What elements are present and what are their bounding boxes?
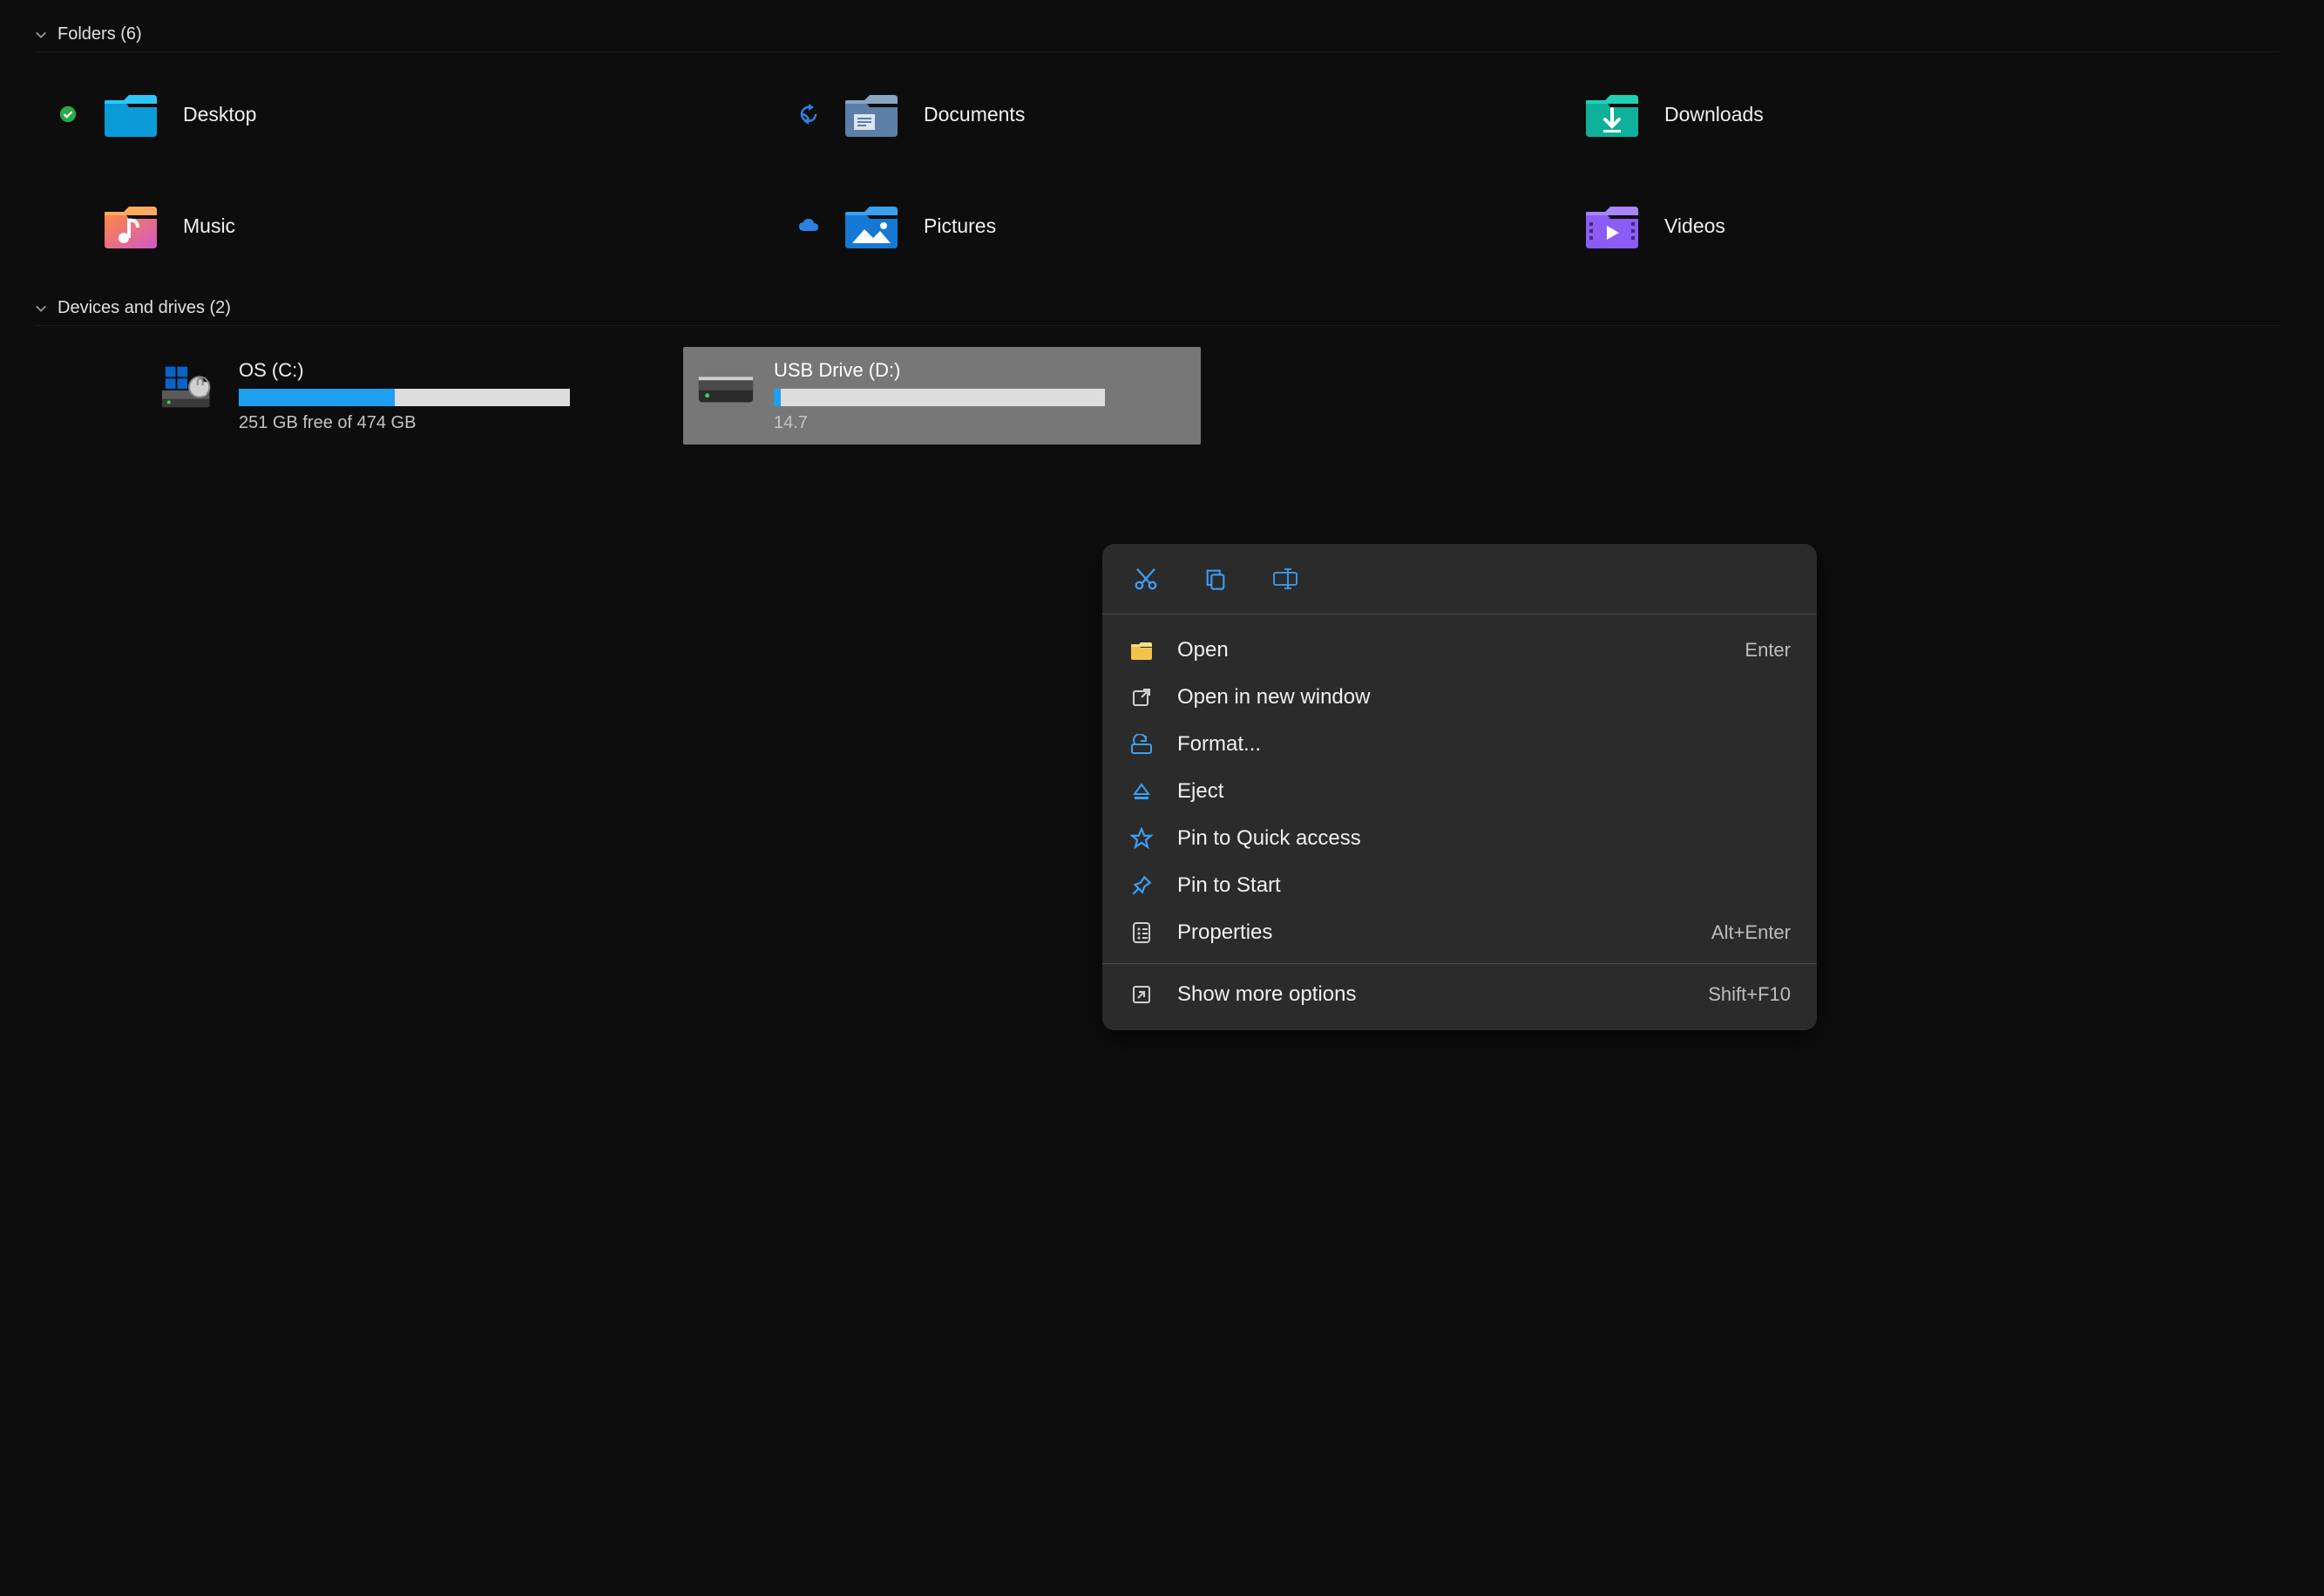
context-menu-toolbar — [1102, 544, 1817, 615]
folder-documents-icon — [844, 88, 899, 140]
ctx-hint: Enter — [1745, 639, 1791, 662]
ctx-show-more[interactable]: Show more options Shift+F10 — [1102, 971, 1817, 1018]
open-folder-icon — [1128, 637, 1155, 663]
ctx-open-new-window[interactable]: Open in new window — [1102, 674, 1817, 721]
ctx-label: Properties — [1177, 920, 1272, 945]
ctx-hint: Shift+F10 — [1708, 983, 1791, 1006]
ctx-pin-quick-access[interactable]: Pin to Quick access — [1102, 815, 1817, 862]
folder-pictures-icon — [844, 200, 899, 252]
folder-label: Desktop — [183, 103, 256, 126]
drive-os-icon — [160, 363, 221, 411]
folder-desktop-icon — [103, 88, 159, 140]
folder-label: Downloads — [1664, 103, 1764, 126]
group-header-folders[interactable]: Folders (6) — [35, 17, 2280, 52]
cut-icon[interactable] — [1128, 563, 1163, 594]
ctx-label: Show more options — [1177, 982, 1356, 1007]
ctx-eject[interactable]: Eject — [1102, 768, 1817, 815]
menu-separator — [1102, 963, 1817, 964]
group-title-folders: Folders (6) — [58, 24, 142, 44]
status-cloud-icon — [798, 218, 819, 234]
ctx-open[interactable]: Open Enter — [1102, 627, 1817, 674]
ctx-label: Eject — [1177, 779, 1223, 804]
drive-usb-icon — [695, 363, 756, 411]
folder-item-documents[interactable]: Documents — [793, 84, 1534, 145]
folder-label: Documents — [924, 103, 1025, 126]
folder-downloads-icon — [1584, 88, 1640, 140]
drives-row: OS (C:) 251 GB free of 474 GB USB Drive … — [35, 326, 2289, 445]
folder-item-downloads[interactable]: Downloads — [1534, 84, 2274, 145]
ctx-label: Open — [1177, 638, 1229, 662]
drive-usb-d[interactable]: USB Drive (D:) 14.7 — [683, 347, 1201, 445]
drive-os-c[interactable]: OS (C:) 251 GB free of 474 GB — [148, 347, 666, 445]
star-icon — [1128, 825, 1155, 852]
properties-icon — [1128, 920, 1155, 946]
ctx-label: Format... — [1177, 732, 1261, 757]
folder-item-music[interactable]: Music — [52, 195, 793, 256]
folder-music-icon — [103, 200, 159, 252]
group-header-drives[interactable]: Devices and drives (2) — [35, 291, 2280, 326]
pin-icon — [1128, 873, 1155, 899]
rename-icon[interactable] — [1268, 563, 1303, 594]
context-menu: Open Enter Open in new window Format... — [1102, 544, 1817, 1030]
drive-usage-bar — [774, 389, 1105, 406]
ctx-format[interactable]: Format... — [1102, 721, 1817, 768]
ctx-label: Pin to Quick access — [1177, 826, 1361, 851]
chevron-down-icon — [35, 302, 47, 315]
drive-title: OS (C:) — [239, 359, 648, 382]
folder-label: Videos — [1664, 214, 1725, 238]
status-synced-icon — [58, 105, 78, 124]
show-more-icon — [1128, 981, 1155, 1008]
drive-subtitle: 251 GB free of 474 GB — [239, 413, 648, 433]
folder-videos-icon — [1584, 200, 1640, 252]
folder-item-videos[interactable]: Videos — [1534, 195, 2274, 256]
folder-item-pictures[interactable]: Pictures — [793, 195, 1534, 256]
drive-subtitle: 14.7 — [774, 413, 1183, 433]
folder-grid: Desktop Documents Downloads — [35, 52, 2289, 291]
format-icon — [1128, 731, 1155, 757]
ctx-pin-start[interactable]: Pin to Start — [1102, 862, 1817, 909]
ctx-label: Pin to Start — [1177, 873, 1281, 898]
drive-usage-bar — [239, 389, 570, 406]
copy-icon[interactable] — [1198, 563, 1233, 594]
status-refresh-icon — [798, 104, 819, 125]
chevron-down-icon — [35, 29, 47, 41]
group-title-drives: Devices and drives (2) — [58, 298, 231, 318]
drive-title: USB Drive (D:) — [774, 359, 1183, 382]
ctx-properties[interactable]: Properties Alt+Enter — [1102, 909, 1817, 956]
folder-item-desktop[interactable]: Desktop — [52, 84, 793, 145]
folder-label: Pictures — [924, 214, 996, 238]
folder-label: Music — [183, 214, 235, 238]
eject-icon — [1128, 778, 1155, 805]
ctx-label: Open in new window — [1177, 685, 1370, 710]
open-new-window-icon — [1128, 684, 1155, 710]
ctx-hint: Alt+Enter — [1711, 921, 1791, 944]
